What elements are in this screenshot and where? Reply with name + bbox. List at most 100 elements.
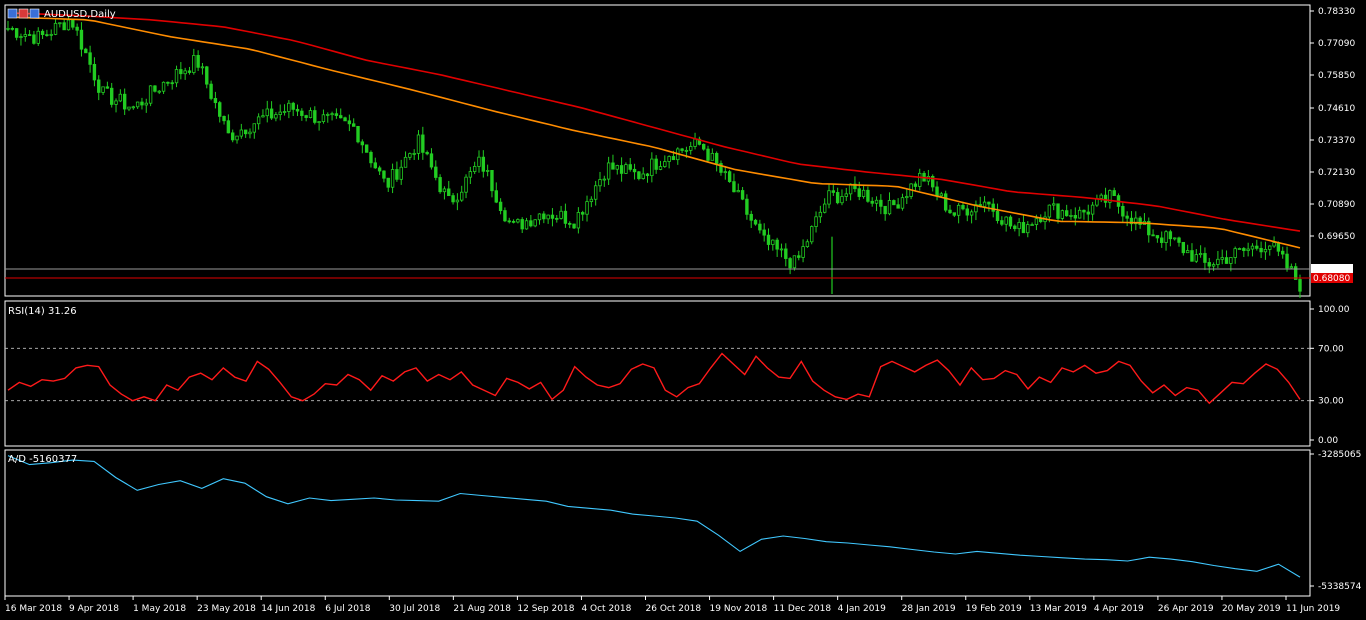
candle-body — [1056, 203, 1060, 219]
candle-body — [373, 162, 377, 169]
candle-body — [460, 191, 464, 201]
candle-body — [788, 258, 792, 269]
candle-body — [1203, 253, 1207, 263]
price-pane[interactable] — [4, 4, 1311, 297]
candle-body — [425, 151, 429, 155]
candle-body — [1026, 224, 1030, 234]
candle-body — [879, 199, 883, 207]
candle-body — [1268, 245, 1272, 250]
candle-body — [857, 188, 861, 197]
candle-body — [1168, 231, 1173, 240]
candle-body — [801, 246, 805, 258]
candle-body — [1090, 204, 1095, 215]
candle-body — [814, 216, 818, 227]
candle-body — [326, 113, 330, 116]
window-icon[interactable] — [29, 8, 40, 19]
candle-body — [291, 102, 295, 110]
candle-body — [114, 100, 118, 105]
candle-body — [822, 203, 827, 213]
candle-body — [122, 93, 127, 110]
candle-body — [1185, 250, 1190, 254]
ad-line — [7, 455, 1301, 578]
candle-body — [313, 110, 317, 123]
candle-body — [66, 19, 71, 31]
candle-body — [1151, 234, 1155, 237]
candle-body — [511, 220, 516, 223]
candle-body — [1073, 215, 1078, 219]
time-axis-label: 26 Apr 2019 — [1158, 604, 1214, 614]
time-axis-label: 14 Jun 2018 — [261, 604, 315, 614]
candle-body — [1207, 262, 1211, 267]
candle-body — [753, 219, 758, 225]
time-axis-label: 23 May 2018 — [197, 604, 256, 614]
candle-body — [1000, 220, 1004, 225]
candle-body — [723, 171, 727, 174]
candle-body — [805, 241, 810, 248]
trading-chart[interactable]: 0.78330 0.77090 0.75850 0.74610 0.73370 0.721… — [0, 0, 1366, 620]
candle-body — [308, 110, 313, 118]
candle-body — [684, 149, 689, 152]
time-axis-label: 30 Jul 2018 — [389, 604, 440, 614]
candle-body — [1013, 225, 1017, 230]
candle-body — [628, 164, 632, 170]
price-axis-label: 0.70890 — [1318, 200, 1355, 210]
candle-body — [1060, 210, 1065, 219]
candle-body — [520, 219, 524, 230]
time-axis-label: 16 Mar 2018 — [5, 604, 62, 614]
candle-body — [395, 169, 399, 180]
candle-body — [131, 106, 136, 109]
candle-body — [1047, 204, 1052, 218]
candle-body — [27, 34, 32, 36]
time-axis-label: 4 Apr 2019 — [1094, 604, 1144, 614]
candle-body — [537, 213, 542, 221]
candle-body — [1237, 248, 1242, 250]
candle-body — [179, 69, 183, 75]
candle-body — [892, 200, 896, 206]
candle-body — [775, 239, 779, 250]
ad-axis-label: -3285065 — [1318, 450, 1361, 460]
candle-body — [174, 69, 179, 84]
candle-body — [779, 248, 784, 251]
ad-pane[interactable] — [4, 449, 1311, 597]
candle-body — [896, 204, 900, 209]
candle-body — [166, 81, 170, 84]
candle-body — [1211, 264, 1216, 267]
candle-body — [1272, 242, 1276, 247]
candle-body — [187, 70, 192, 73]
candle-body — [481, 156, 486, 172]
candle-body — [192, 55, 196, 73]
candle-body — [382, 170, 386, 179]
candle-body — [153, 85, 157, 92]
candle-body — [300, 110, 304, 116]
candle-body — [1034, 218, 1039, 225]
candle-body — [455, 199, 460, 203]
time-axis-label: 21 Aug 2018 — [453, 604, 511, 614]
window-icon[interactable] — [7, 8, 18, 19]
candle-body — [498, 201, 503, 212]
candle-body — [689, 146, 693, 151]
candle-body — [701, 143, 706, 150]
candle-body — [861, 189, 866, 197]
candle-body — [269, 108, 274, 119]
window-icon[interactable] — [18, 8, 29, 19]
time-axis-label: 11 Dec 2018 — [774, 604, 832, 614]
rsi-line — [7, 352, 1301, 405]
candle-body — [943, 193, 948, 211]
candle-body — [784, 248, 788, 259]
rsi-axis-label: 100.00 — [1318, 305, 1350, 315]
time-axis-label: 13 Mar 2019 — [1030, 604, 1087, 614]
price-axis-label: 0.78330 — [1318, 7, 1355, 17]
candle-body — [671, 156, 676, 161]
candle-body — [533, 219, 537, 227]
candle-body — [127, 106, 131, 110]
candle-body — [75, 26, 79, 31]
candle-body — [386, 177, 390, 188]
candle-body — [866, 189, 870, 202]
candle-body — [810, 226, 814, 243]
candle-body — [870, 200, 874, 204]
time-axis-label: 11 Jun 2019 — [1286, 604, 1340, 614]
candle-body — [295, 108, 300, 112]
candle-body — [170, 82, 174, 85]
candle-body — [1281, 250, 1285, 255]
candle-body — [1099, 194, 1103, 199]
